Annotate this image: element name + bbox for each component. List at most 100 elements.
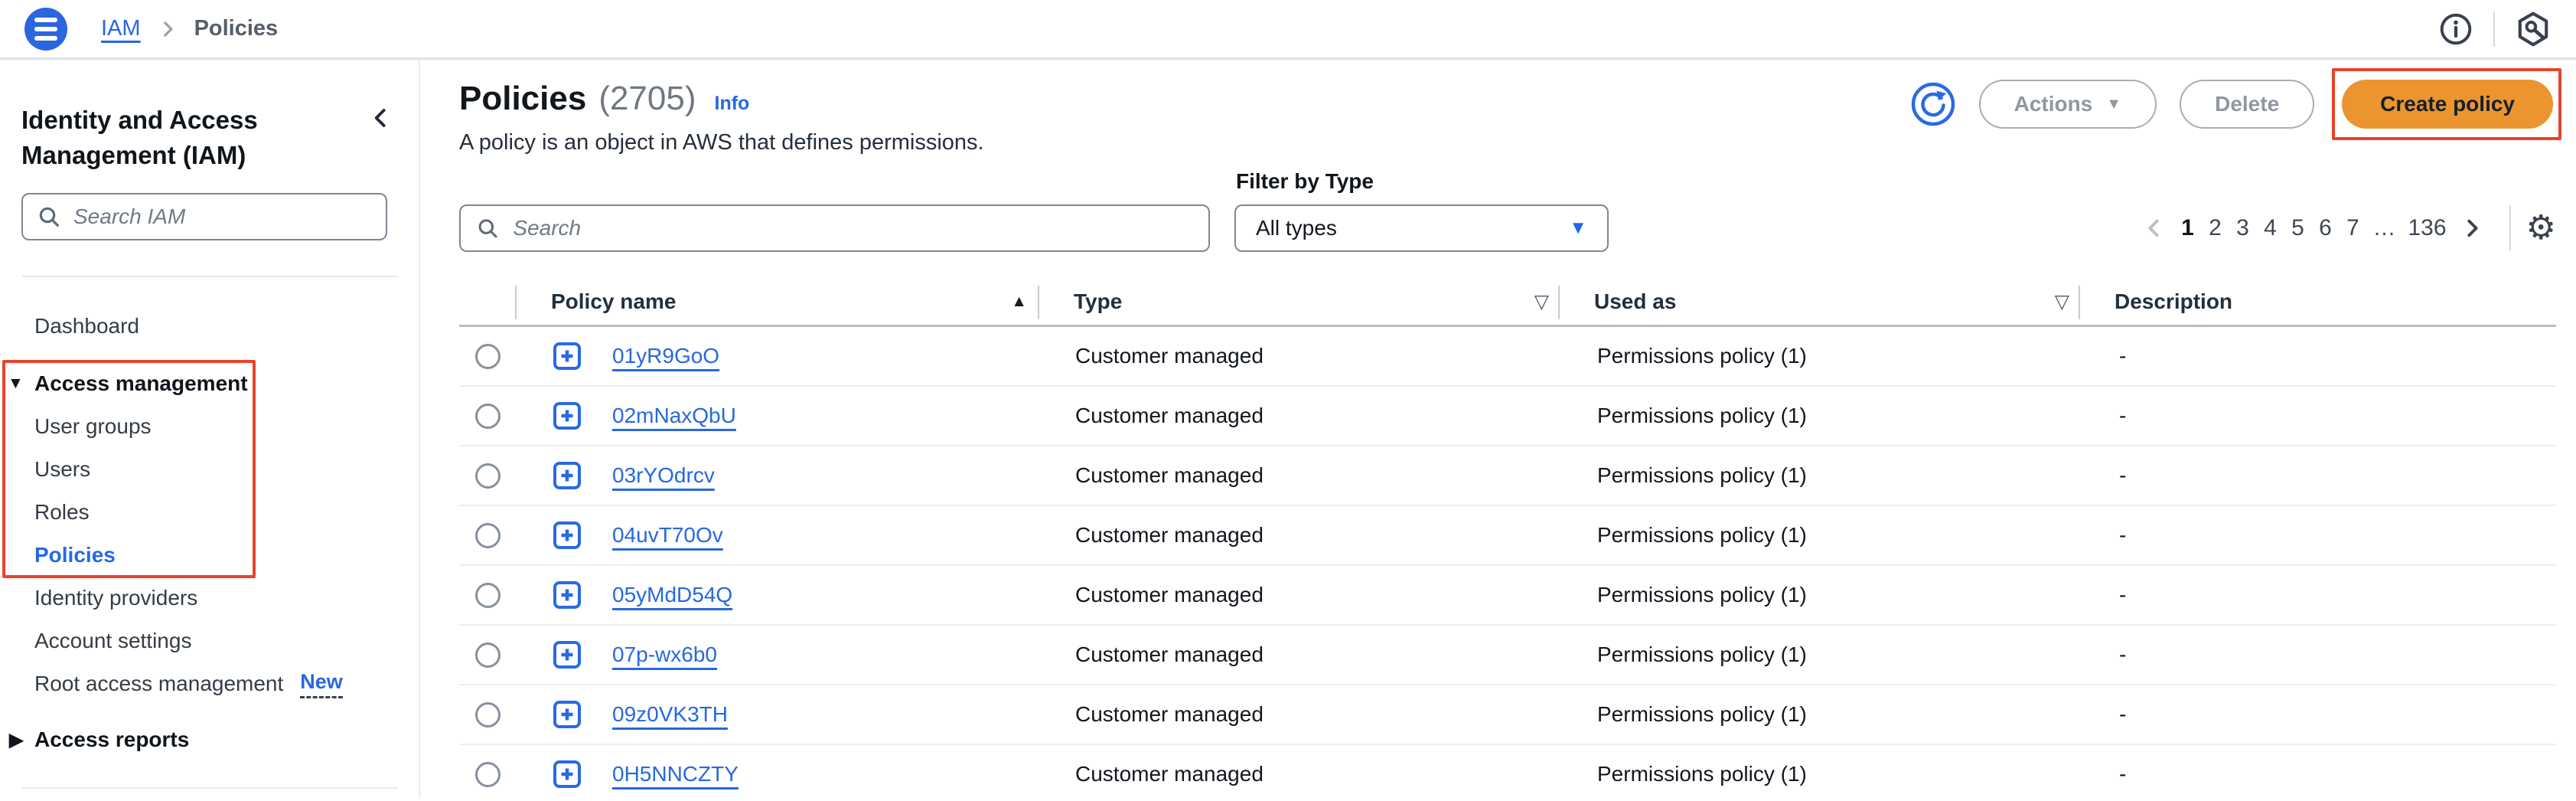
table-header: Policy name ▲ Type ▽ Used as ▽ Descripti… [459,278,2556,327]
hamburger-menu-icon[interactable] [24,8,67,51]
gear-icon[interactable]: ⚙ [2526,211,2556,245]
row-radio-button[interactable] [475,463,501,489]
expand-policy-icon[interactable] [553,521,582,550]
next-page-icon[interactable] [2453,217,2491,240]
row-radio-button[interactable] [475,344,501,369]
sidebar-item-account-settings[interactable]: Account settings [0,620,419,662]
page-header: Policies (2705) Info A policy is an obje… [459,80,2556,155]
hamburger-bar [34,27,57,31]
sidebar: Identity and Access Management (IAM) Das… [0,60,420,799]
policy-description: - [2080,702,2556,727]
policies-table: Policy name ▲ Type ▽ Used as ▽ Descripti… [459,278,2556,801]
policy-name-link[interactable]: 07p-wx6b0 [612,642,717,667]
policy-name-link[interactable]: 0H5NNCZTY [612,762,739,786]
sidebar-item-dashboard[interactable]: Dashboard [0,305,419,348]
policy-count: (2705) [598,80,696,118]
page-number[interactable]: 7 [2339,215,2366,241]
page-number[interactable]: 3 [2229,215,2256,241]
page-number[interactable]: 5 [2284,215,2311,241]
sidebar-title: Identity and Access Management (IAM) [21,103,397,173]
hexagon-console-icon[interactable] [2515,11,2552,47]
policy-type: Customer managed [1039,523,1560,548]
column-header-policy-name[interactable]: Policy name ▲ [517,278,1039,325]
expand-policy-icon[interactable] [553,342,582,371]
expand-policy-icon[interactable] [553,760,582,789]
info-icon[interactable] [2438,11,2473,47]
sidebar-item-root-access-management[interactable]: Root access management New [0,662,419,705]
column-header-type[interactable]: Type ▽ [1039,278,1560,325]
delete-button[interactable]: Delete [2180,80,2314,129]
column-label: Used as [1594,289,1676,314]
policy-search-input[interactable] [511,215,1193,241]
table-row: 03rYOdrcv Customer managed Permissions p… [459,446,2556,506]
policy-description: - [2080,404,2556,428]
actions-button[interactable]: Actions ▼ [1979,80,2157,129]
refresh-button[interactable] [1910,81,1956,127]
topbar-right [2438,11,2552,47]
sidebar-item-label: Access reports [34,727,189,752]
column-header-used-as[interactable]: Used as ▽ [1560,278,2080,325]
sidebar-item-user-groups[interactable]: User groups [0,405,419,448]
create-policy-button[interactable]: Create policy [2342,80,2553,129]
sidebar-search-input[interactable] [72,204,372,230]
previous-page-icon[interactable] [2135,217,2173,240]
row-radio-button[interactable] [475,523,501,548]
sidebar-item-access-management[interactable]: ▼ Access management [0,362,419,405]
type-filter-select[interactable]: All types ▼ [1234,204,1609,252]
column-header-description: Description [2080,278,2556,325]
policy-description: - [2080,344,2556,368]
sidebar-item-roles[interactable]: Roles [0,491,419,534]
page-number[interactable]: 2 [2201,215,2229,241]
page-ellipsis: … [2366,215,2402,241]
expand-policy-icon[interactable] [553,700,582,729]
sidebar-item-users[interactable]: Users [0,448,419,491]
policy-type: Customer managed [1039,583,1560,607]
page-number[interactable]: 1 [2173,215,2201,241]
row-radio-button[interactable] [475,404,501,429]
policy-name-link[interactable]: 04uvT70Ov [612,523,723,548]
topbar: IAM Policies [0,0,2576,60]
row-radio-button[interactable] [475,583,501,608]
info-link[interactable]: Info [715,93,750,115]
table-row: 0H5NNCZTY Customer managed Permissions p… [459,745,2556,801]
column-label: Description [2115,289,2232,314]
policy-name-link[interactable]: 09z0VK3TH [612,702,728,727]
breadcrumb-current: Policies [194,16,279,41]
new-badge: New [300,670,343,698]
sidebar-item-label: Access management [34,371,248,396]
policy-name-link[interactable]: 03rYOdrcv [612,463,715,488]
sidebar-item-policies[interactable]: Policies [0,534,419,577]
sidebar-search-box[interactable] [21,193,387,240]
row-radio-button[interactable] [475,762,501,787]
page-number[interactable]: 4 [2256,215,2284,241]
policy-name-link[interactable]: 01yR9GoO [612,344,719,368]
type-filter-group: Filter by Type All types ▼ [1234,169,1609,252]
policy-type: Customer managed [1039,344,1560,368]
caret-right-icon: ▶ [9,729,23,751]
caret-down-icon: ▼ [2106,96,2121,113]
policy-name-link[interactable]: 02mNaxQbU [612,404,736,428]
expand-policy-icon[interactable] [553,401,582,430]
policy-search-box[interactable] [459,204,1210,252]
page-number-last[interactable]: 136 [2402,215,2452,241]
breadcrumb: IAM Policies [101,16,278,41]
column-label: Policy name [551,289,676,314]
sidebar-item-access-reports[interactable]: ▶ Access reports [0,718,419,761]
table-row: 09z0VK3TH Customer managed Permissions p… [459,685,2556,745]
table-row: 07p-wx6b0 Customer managed Permissions p… [459,626,2556,685]
actions-button-label: Actions [2014,92,2093,116]
collapse-sidebar-icon[interactable] [368,106,393,130]
page-description: A policy is an object in AWS that define… [459,130,984,155]
row-radio-button[interactable] [475,642,501,668]
expand-policy-icon[interactable] [553,580,582,610]
search-icon [37,204,61,229]
row-radio-button[interactable] [475,702,501,727]
expand-policy-icon[interactable] [553,640,582,669]
sidebar-item-identity-providers[interactable]: Identity providers [0,577,419,620]
breadcrumb-iam-link[interactable]: IAM [101,16,141,41]
create-policy-wrap: Create policy [2342,80,2553,129]
policy-name-link[interactable]: 05yMdD54Q [612,583,732,607]
policy-description: - [2080,583,2556,607]
page-number[interactable]: 6 [2311,215,2339,241]
expand-policy-icon[interactable] [553,461,582,490]
